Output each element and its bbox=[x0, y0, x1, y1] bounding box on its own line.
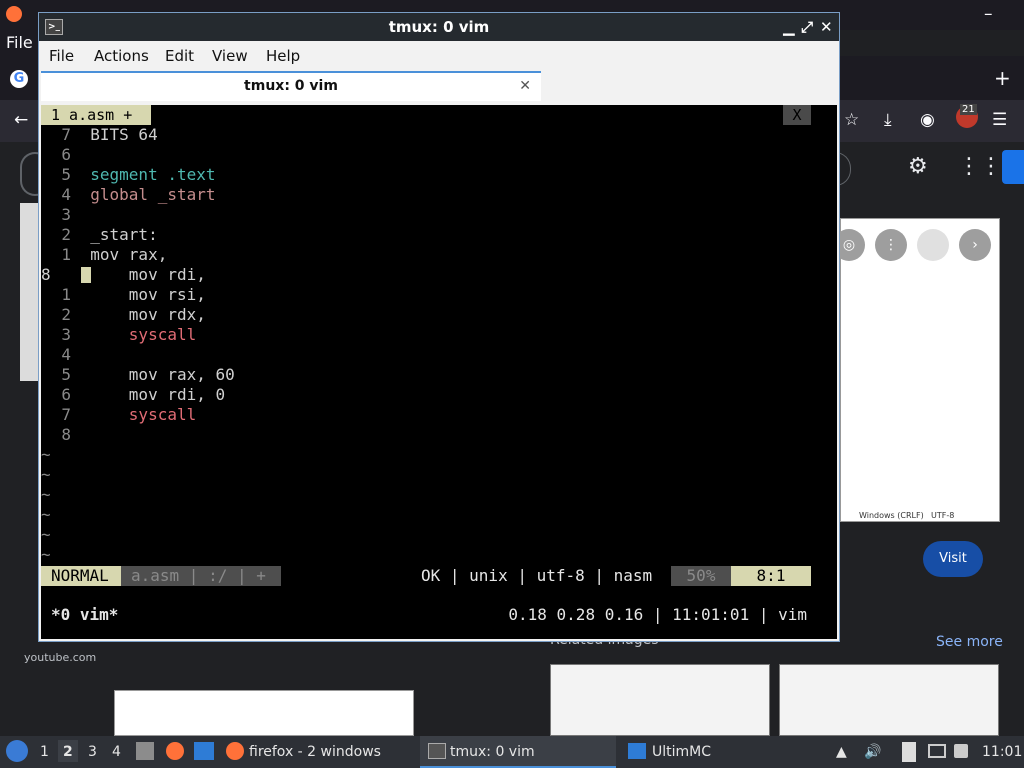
new-tab-icon[interactable]: + bbox=[994, 66, 1011, 90]
tab-close-icon[interactable]: ✕ bbox=[519, 73, 531, 99]
vim-buffer-tab[interactable]: 1 a.asm + bbox=[41, 105, 151, 125]
cursor bbox=[81, 267, 91, 283]
menu-file[interactable]: File bbox=[49, 47, 74, 65]
vim-cursor-position: 8:1 bbox=[731, 566, 811, 586]
window-title: tmux: 0 vim bbox=[388, 18, 490, 36]
tab-title: tmux: 0 vim bbox=[244, 78, 338, 94]
empty-line-marker: ~ bbox=[41, 445, 51, 464]
code-thumbnail[interactable] bbox=[114, 690, 414, 736]
settings-gear-icon[interactable]: ⚙ bbox=[908, 154, 928, 179]
firefox-menu-file[interactable]: File bbox=[0, 30, 40, 56]
menu-view[interactable]: View bbox=[212, 47, 248, 65]
image-preview-panel[interactable]: ◎ ⋮ › Windows (CRLF) UTF-8 bbox=[833, 218, 1000, 522]
code-line: 6 mov rdi, 0 bbox=[61, 385, 226, 404]
file-manager-icon[interactable] bbox=[136, 742, 154, 760]
terminal-tab[interactable]: tmux: 0 vim ✕ bbox=[41, 71, 541, 101]
tmux-window-name[interactable]: *0 vim* bbox=[51, 605, 118, 625]
display-icon[interactable] bbox=[928, 744, 946, 758]
preview-encoding: UTF-8 bbox=[931, 511, 955, 520]
vim-statusline: NORMAL a.asm | :/ | + OK | unix | utf-8 … bbox=[41, 566, 837, 586]
maximize-icon[interactable]: ⤢ bbox=[801, 13, 813, 41]
extension-icon[interactable]: ◉ bbox=[920, 110, 935, 130]
related-image-1[interactable] bbox=[550, 664, 770, 736]
empty-line-marker: ~ bbox=[41, 465, 51, 484]
terminal-titlebar[interactable]: >_ tmux: 0 vim ▁ ⤢ ✕ bbox=[39, 13, 839, 41]
volume-icon[interactable]: 🔊 bbox=[864, 744, 881, 760]
menu-actions[interactable]: Actions bbox=[94, 47, 149, 65]
code-line: 1 mov rsi, bbox=[61, 285, 206, 304]
code-line: 1 mov rax, bbox=[61, 245, 168, 264]
empty-line-marker: ~ bbox=[41, 505, 51, 524]
empty-line-marker: ~ bbox=[41, 525, 51, 544]
minimize-icon[interactable]: – bbox=[984, 4, 993, 24]
vim-close-button[interactable]: X bbox=[783, 105, 811, 125]
visit-button[interactable]: Visit bbox=[923, 541, 983, 577]
vim-file-format: OK | unix | utf-8 | nasm bbox=[421, 566, 653, 585]
minimize-icon[interactable]: ▁ bbox=[783, 13, 795, 41]
more-options-icon[interactable]: ⋮ bbox=[875, 229, 907, 261]
menu-help[interactable]: Help bbox=[266, 47, 300, 65]
vim-mode: NORMAL bbox=[41, 566, 121, 586]
back-icon[interactable]: ← bbox=[14, 110, 28, 130]
code-line: 3 bbox=[61, 205, 71, 224]
code-line: 4 global _start bbox=[61, 185, 216, 204]
code-line-current: 8 mov rdi, bbox=[41, 265, 206, 284]
share-icon[interactable] bbox=[917, 229, 949, 261]
network-icon[interactable] bbox=[954, 744, 968, 758]
code-line: 7 BITS 64 bbox=[61, 125, 158, 144]
code-line: 7 syscall bbox=[61, 405, 197, 424]
start-menu-icon[interactable] bbox=[6, 740, 28, 762]
code-line: 6 bbox=[61, 145, 71, 164]
terminal-task-icon bbox=[428, 743, 446, 759]
workspace-3[interactable]: 3 bbox=[88, 744, 97, 760]
menu-edit[interactable]: Edit bbox=[165, 47, 194, 65]
code-line: 5 segment .text bbox=[61, 165, 216, 184]
terminal-icon: >_ bbox=[45, 19, 63, 35]
tmux-status-right: 0.18 0.28 0.16 | 11:01:01 | vim bbox=[508, 605, 807, 624]
code-line: 2 _start: bbox=[61, 225, 158, 244]
downloads-icon[interactable]: ⤓ bbox=[884, 110, 892, 130]
workspace-2[interactable]: 2 bbox=[63, 744, 73, 760]
window-icon[interactable] bbox=[194, 742, 214, 760]
preview-eol: Windows (CRLF) bbox=[859, 511, 924, 520]
code-line: 5 mov rax, 60 bbox=[61, 365, 235, 384]
hamburger-menu-icon[interactable]: ☰ bbox=[992, 110, 1007, 130]
source-label: youtube.com bbox=[24, 651, 97, 664]
task-firefox[interactable]: firefox - 2 windows bbox=[249, 744, 381, 760]
vim-file-info: a.asm | :/ | + bbox=[121, 566, 281, 586]
clipboard-icon[interactable] bbox=[902, 742, 916, 762]
vim-buffer[interactable]: 1 a.asm + X 7 BITS 64 6 5 segment .text … bbox=[41, 105, 837, 639]
firefox-task-icon bbox=[226, 742, 244, 760]
clock[interactable]: 11:01 bbox=[982, 744, 1022, 760]
workspace-4[interactable]: 4 bbox=[112, 744, 121, 760]
code-line: 8 bbox=[61, 425, 71, 444]
vim-percent: 50% bbox=[671, 566, 731, 586]
terminal-window: >_ tmux: 0 vim ▁ ⤢ ✕ File Actions Edit V… bbox=[38, 12, 840, 642]
next-icon[interactable]: › bbox=[959, 229, 991, 261]
task-ultimmc[interactable]: UltimMC bbox=[652, 744, 711, 760]
google-tab-icon[interactable]: G bbox=[10, 68, 34, 88]
tray-up-icon[interactable]: ▲ bbox=[836, 744, 847, 760]
firefox-icon bbox=[6, 6, 22, 22]
close-icon[interactable]: ✕ bbox=[820, 13, 833, 41]
code-line: 3 syscall bbox=[61, 325, 197, 344]
task-tmux[interactable]: tmux: 0 vim bbox=[450, 744, 535, 760]
bookmark-star-icon[interactable]: ☆ bbox=[844, 110, 859, 130]
code-line: 2 mov rdx, bbox=[61, 305, 206, 324]
sign-in-button[interactable] bbox=[1002, 150, 1024, 184]
terminal-menubar: File Actions Edit View Help bbox=[39, 41, 839, 71]
tmux-statusbar: *0 vim* 0.18 0.28 0.16 | 11:01:01 | vim bbox=[41, 605, 837, 625]
related-image-2[interactable] bbox=[779, 664, 999, 736]
apps-grid-icon[interactable]: ⋮⋮ bbox=[958, 154, 1002, 179]
taskbar: 1 2 3 4 firefox - 2 windows tmux: 0 vim … bbox=[0, 736, 1024, 768]
see-more-link[interactable]: See more bbox=[936, 634, 1003, 650]
firefox-launcher-icon[interactable] bbox=[166, 742, 184, 760]
ultimmc-icon bbox=[628, 743, 646, 759]
workspace-1[interactable]: 1 bbox=[40, 744, 49, 760]
code-line: 4 bbox=[61, 345, 71, 364]
notification-count: 21 bbox=[960, 104, 977, 115]
empty-line-marker: ~ bbox=[41, 485, 51, 504]
empty-line-marker: ~ bbox=[41, 545, 51, 564]
